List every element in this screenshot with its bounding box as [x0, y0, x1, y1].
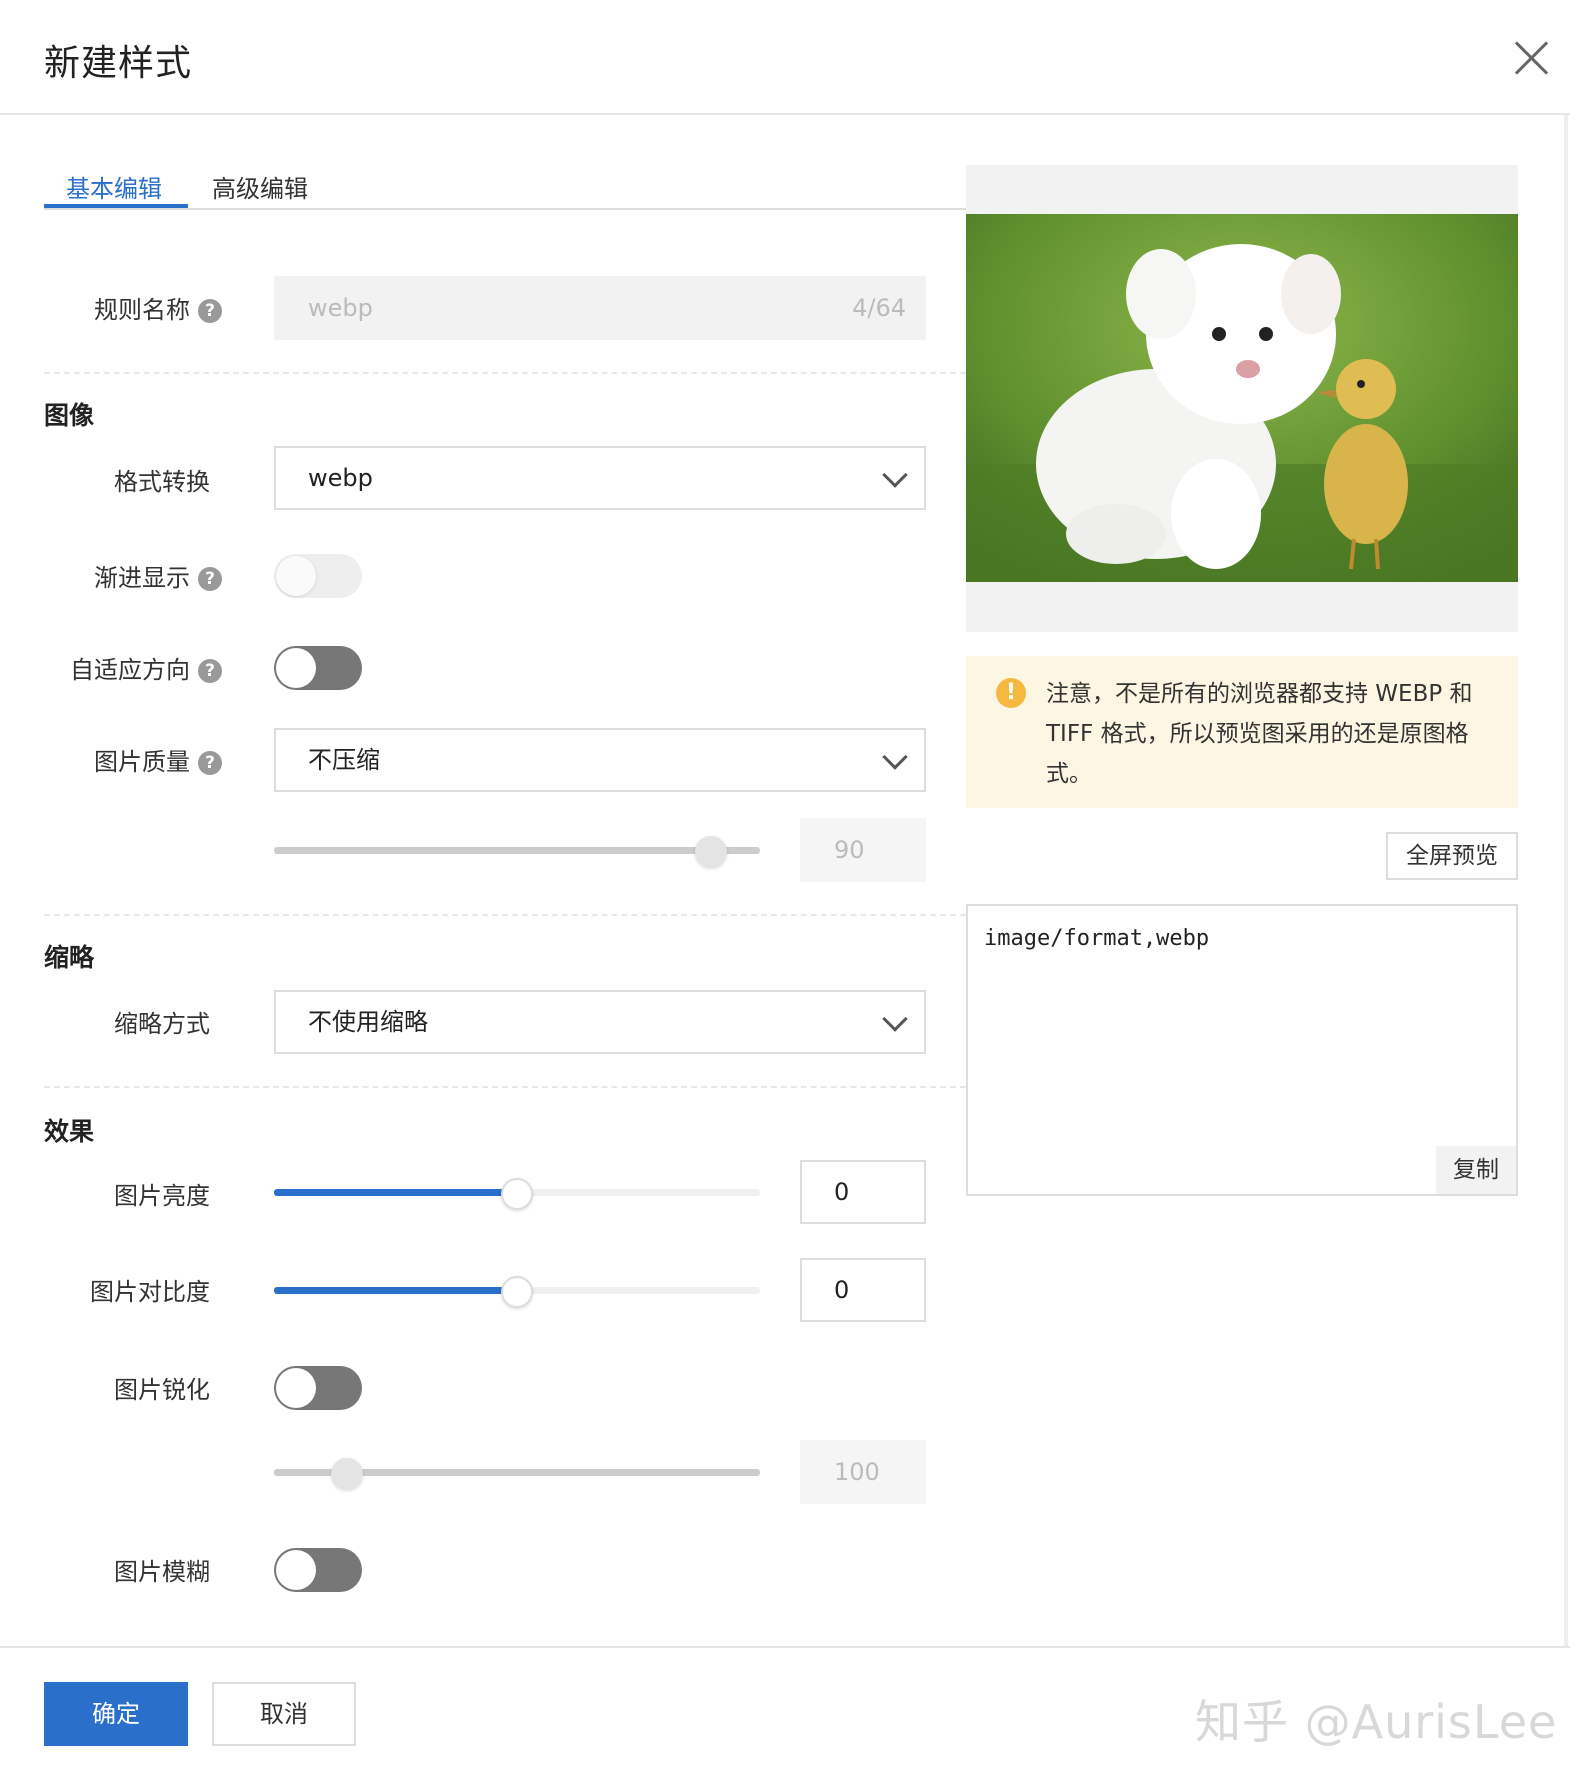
confirm-button[interactable]: 确定	[44, 1682, 188, 1746]
contrast-slider[interactable]	[274, 1276, 760, 1308]
format-label: 格式转换	[114, 468, 210, 496]
quality-label-text: 图片质量	[94, 748, 190, 776]
section-title-image: 图像	[44, 401, 95, 430]
sharpen-value-box[interactable]: 100	[800, 1440, 926, 1504]
toggle-knob	[276, 1368, 316, 1408]
format-select[interactable]: webp	[274, 446, 926, 510]
rule-name-label: 规则名称?	[22, 290, 222, 325]
section-divider	[44, 1086, 966, 1088]
slider-thumb[interactable]	[695, 836, 728, 868]
rule-name-input[interactable]: webp 4/64	[274, 276, 926, 340]
help-icon[interactable]: ?	[198, 751, 222, 775]
section-divider	[44, 914, 966, 916]
tab-basic-edit[interactable]: 基本编辑	[66, 169, 162, 204]
slider-fill	[274, 1287, 517, 1294]
auto-orient-label-text: 自适应方向	[70, 656, 190, 684]
toggle-knob	[276, 1550, 316, 1590]
auto-orient-label: 自适应方向?	[22, 650, 222, 685]
slider-thumb[interactable]	[501, 1276, 533, 1308]
blur-label: 图片模糊	[114, 1558, 210, 1586]
slider-thumb[interactable]	[330, 1458, 363, 1490]
rule-name-counter: 4/64	[852, 294, 906, 322]
quality-slider[interactable]	[274, 836, 760, 868]
scrollbar[interactable]	[1564, 115, 1568, 1646]
thumbnail-mode-select[interactable]: 不使用缩略	[274, 990, 926, 1054]
edit-tabs: 基本编辑 高级编辑	[44, 165, 966, 210]
sharpen-slider[interactable]	[274, 1458, 760, 1490]
quality-select[interactable]: 不压缩	[274, 728, 926, 792]
thumbnail-mode-value: 不使用缩略	[308, 1008, 428, 1036]
style-code-value: image/format,webp	[984, 926, 1210, 951]
watermark: 知乎 @AurisLee	[1195, 1695, 1558, 1749]
help-icon[interactable]: ?	[198, 659, 222, 683]
quality-value-box[interactable]: 90	[800, 818, 926, 882]
contrast-value-box[interactable]: 0	[800, 1258, 926, 1322]
new-style-dialog: 新建样式 基本编辑 高级编辑 规则名称? webp 4/64 图像 格式转换 w…	[0, 0, 1570, 1772]
progressive-label: 渐进显示?	[22, 558, 222, 593]
brightness-slider[interactable]	[274, 1178, 760, 1210]
format-select-value: webp	[308, 464, 373, 492]
toggle-knob	[276, 648, 316, 688]
preview-image	[966, 214, 1518, 582]
dialog-title: 新建样式	[44, 43, 193, 84]
slider-track	[274, 847, 760, 854]
thumbnail-mode-label: 缩略方式	[114, 1010, 210, 1038]
chevron-down-icon	[882, 744, 908, 770]
slider-fill	[274, 1189, 517, 1196]
contrast-label: 图片对比度	[90, 1278, 210, 1306]
cancel-button[interactable]: 取消	[212, 1682, 356, 1746]
brightness-label: 图片亮度	[114, 1182, 210, 1210]
section-title-effects: 效果	[44, 1117, 95, 1146]
quality-label: 图片质量?	[22, 742, 222, 777]
progressive-label-text: 渐进显示	[94, 564, 190, 592]
fullscreen-preview-button[interactable]: 全屏预览	[1386, 832, 1518, 880]
quality-select-value: 不压缩	[308, 746, 380, 774]
notice-text: 注意，不是所有的浏览器都支持 WEBP 和 TIFF 格式，所以预览图采用的还是…	[1046, 681, 1473, 787]
brightness-value-box[interactable]: 0	[800, 1160, 926, 1224]
rule-name-value: webp	[308, 294, 373, 322]
rule-name-label-text: 规则名称	[94, 296, 190, 324]
close-icon[interactable]	[1510, 36, 1554, 80]
chevron-down-icon	[882, 462, 908, 488]
help-icon[interactable]: ?	[198, 299, 222, 323]
dialog-header: 新建样式	[0, 0, 1570, 115]
image-preview-panel	[966, 165, 1518, 632]
section-title-thumbnail: 缩略	[44, 943, 95, 972]
section-divider	[44, 372, 966, 374]
style-code-textarea[interactable]: image/format,webp 复制	[966, 904, 1518, 1196]
progressive-toggle[interactable]	[274, 554, 362, 598]
tab-advanced-edit[interactable]: 高级编辑	[212, 169, 308, 204]
format-notice: ! 注意，不是所有的浏览器都支持 WEBP 和 TIFF 格式，所以预览图采用的…	[966, 656, 1518, 808]
dialog-footer: 确定 取消 知乎 @AurisLee	[0, 1646, 1570, 1772]
auto-orient-toggle[interactable]	[274, 646, 362, 690]
sharpen-label: 图片锐化	[114, 1376, 210, 1404]
slider-thumb[interactable]	[501, 1178, 533, 1210]
sharpen-toggle[interactable]	[274, 1366, 362, 1410]
copy-button[interactable]: 复制	[1436, 1146, 1516, 1194]
blur-toggle[interactable]	[274, 1548, 362, 1592]
toggle-knob	[276, 556, 316, 596]
help-icon[interactable]: ?	[198, 567, 222, 591]
active-tab-indicator	[44, 204, 188, 208]
puppy-duckling-photo	[966, 214, 1518, 582]
warning-icon: !	[996, 678, 1026, 708]
chevron-down-icon	[882, 1006, 908, 1032]
